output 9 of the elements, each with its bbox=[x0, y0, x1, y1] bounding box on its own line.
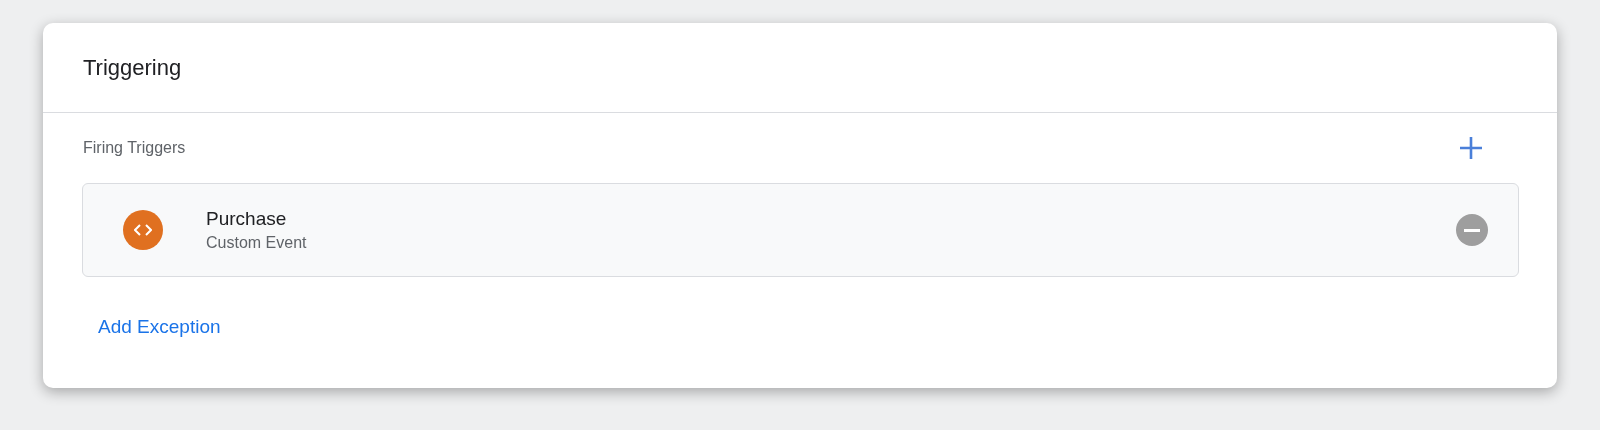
add-exception-link[interactable]: Add Exception bbox=[98, 316, 221, 337]
remove-icon[interactable] bbox=[1456, 214, 1488, 246]
trigger-type: Custom Event bbox=[206, 233, 308, 253]
trigger-name: Purchase bbox=[206, 207, 288, 231]
firing-triggers-label: Firing Triggers bbox=[83, 138, 186, 158]
code-icon bbox=[123, 210, 163, 250]
trigger-row[interactable]: Purchase Custom Event bbox=[82, 183, 1519, 277]
add-icon[interactable] bbox=[1457, 134, 1485, 162]
section-title: Triggering bbox=[83, 54, 182, 82]
